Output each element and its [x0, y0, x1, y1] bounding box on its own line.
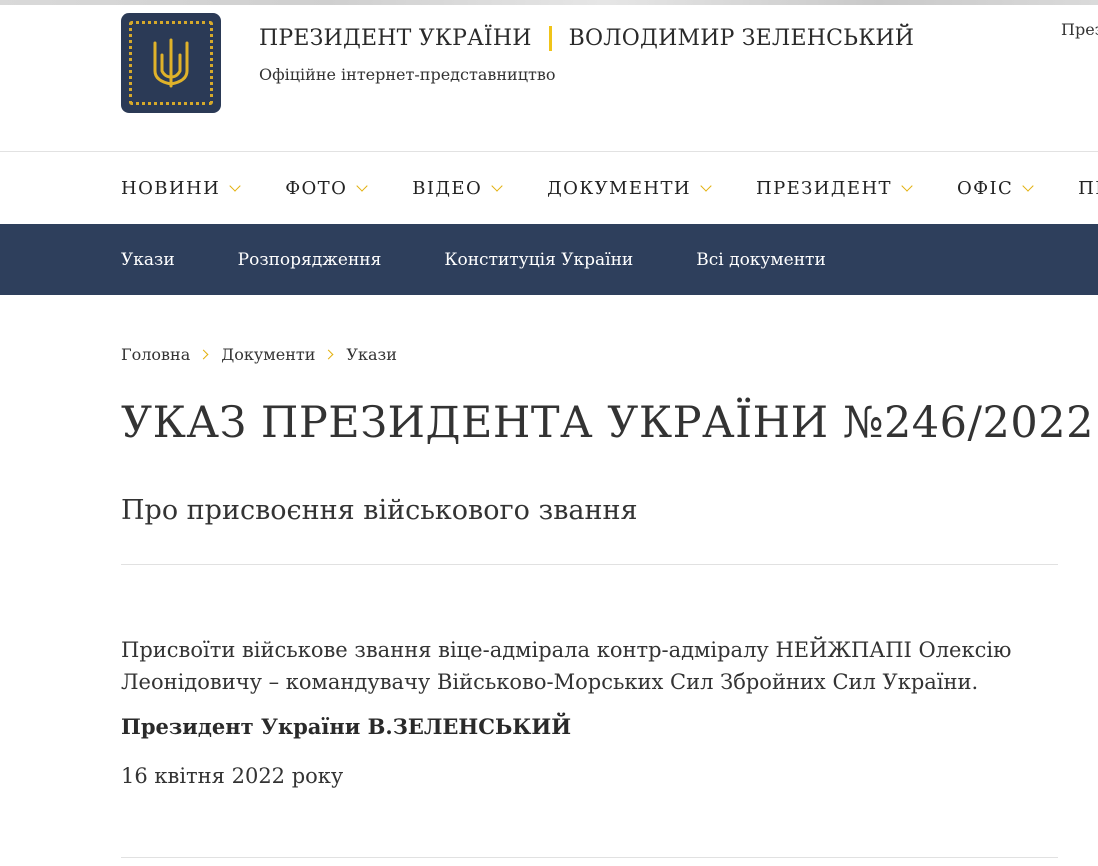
- content-divider: [121, 564, 1058, 565]
- nav-item-label: ФОТО: [285, 177, 348, 199]
- chevron-down-icon: [491, 179, 503, 192]
- document-subtitle: Про присвоєння військового звання: [121, 495, 638, 526]
- document-date: 16 квітня 2022 року: [121, 764, 344, 788]
- subnav-item-all-documents[interactable]: Всі документи: [696, 250, 826, 270]
- site-logo[interactable]: [121, 13, 221, 113]
- document-signature: Президент України В.ЗЕЛЕНСЬКИЙ: [121, 714, 572, 739]
- chevron-right-icon: [323, 349, 334, 360]
- nav-item-photo[interactable]: ФОТО: [285, 177, 368, 199]
- nav-item-video[interactable]: ВІДЕО: [412, 177, 503, 199]
- chevron-down-icon: [1022, 179, 1034, 192]
- page-title: УКАЗ ПРЕЗИДЕНТА УКРАЇНИ №246/2022: [121, 398, 1094, 448]
- nav-item-label: ПРЕС-: [1078, 177, 1098, 199]
- breadcrumb-home[interactable]: Головна: [121, 345, 190, 364]
- subnav-item-constitution[interactable]: Конституція України: [444, 250, 633, 270]
- top-decorative-strip: [0, 0, 1098, 5]
- chevron-down-icon: [229, 179, 241, 192]
- trident-coat-of-arms-icon: [153, 38, 189, 88]
- nav-item-press[interactable]: ПРЕС-: [1078, 178, 1098, 199]
- breadcrumb: Головна Документи Укази: [121, 345, 397, 364]
- subnav-item-orders[interactable]: Розпорядження: [238, 250, 382, 270]
- site-subtitle: Офіційне інтернет-представництво: [259, 65, 556, 84]
- site-title-name: ВОЛОДИМИР ЗЕЛЕНСЬКИЙ: [568, 25, 915, 51]
- nav-item-label: ДОКУМЕНТИ: [547, 177, 692, 199]
- nav-item-label: НОВИНИ: [121, 177, 221, 199]
- document-body: Присвоїти військове звання віце-адмірала…: [121, 638, 1012, 694]
- nav-item-label: ПРЕЗИДЕНТ: [756, 177, 892, 199]
- chevron-down-icon: [901, 179, 913, 192]
- nav-divider: [0, 151, 1098, 152]
- corner-link[interactable]: През: [1061, 20, 1098, 39]
- breadcrumb-decrees[interactable]: Укази: [346, 345, 397, 364]
- nav-item-news[interactable]: НОВИНИ: [121, 177, 241, 199]
- nav-item-documents[interactable]: ДОКУМЕНТИ: [547, 177, 712, 199]
- title-separator: [548, 25, 552, 51]
- main-nav: НОВИНИ ФОТО ВІДЕО ДОКУМЕНТИ ПРЕЗИДЕНТ ОФ…: [121, 172, 1098, 204]
- nav-item-label: ОФІС: [956, 177, 1014, 199]
- site-title[interactable]: ПРЕЗИДЕНТ УКРАЇНИ ВОЛОДИМИР ЗЕЛЕНСЬКИЙ: [259, 24, 914, 52]
- documents-subnav: Укази Розпорядження Конституція України …: [0, 224, 1098, 295]
- content-divider-bottom: [121, 857, 1058, 858]
- chevron-down-icon: [356, 179, 368, 192]
- breadcrumb-documents[interactable]: Документи: [221, 345, 315, 364]
- site-title-president: ПРЕЗИДЕНТ УКРАЇНИ: [259, 25, 532, 51]
- subnav-item-decrees[interactable]: Укази: [121, 250, 175, 270]
- chevron-right-icon: [198, 349, 209, 360]
- chevron-down-icon: [700, 179, 712, 192]
- nav-item-office[interactable]: ОФІС: [956, 177, 1034, 199]
- nav-item-president[interactable]: ПРЕЗИДЕНТ: [756, 177, 913, 199]
- nav-item-label: ВІДЕО: [412, 177, 483, 199]
